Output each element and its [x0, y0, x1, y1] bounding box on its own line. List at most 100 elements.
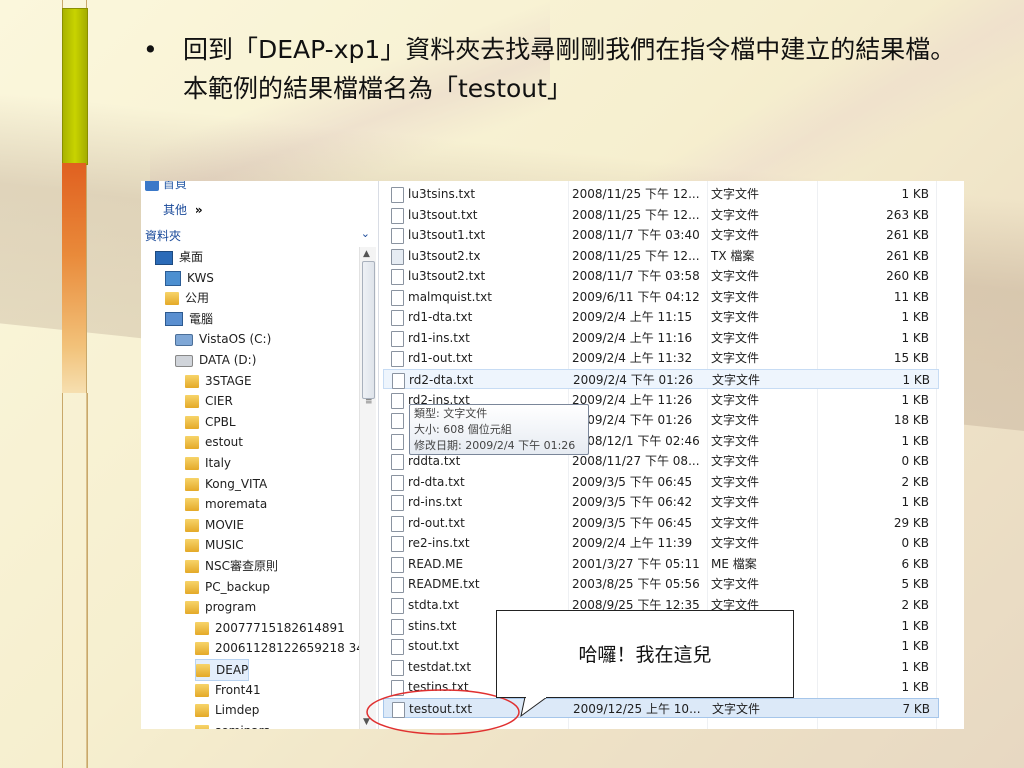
file-size: 1 KB	[901, 187, 929, 201]
folder-icon	[195, 683, 209, 697]
folder-icon	[195, 642, 209, 656]
tree-item[interactable]: 電腦	[165, 309, 213, 329]
tree-item[interactable]: 20077715182614891	[195, 618, 345, 638]
file-type: 文字文件	[712, 372, 761, 387]
tree-item[interactable]: 桌面	[155, 247, 203, 267]
tree-item-label: moremata	[205, 497, 268, 512]
text-file-icon	[391, 330, 404, 347]
file-row[interactable]: rd1-ins.txt 2009/2/4 上午 11:16 文字文件 1 KB	[383, 328, 939, 348]
file-type: 文字文件	[711, 187, 760, 201]
tree-item[interactable]: DEAP	[195, 659, 250, 681]
tree-item[interactable]: VistaOS (C:)	[175, 329, 271, 349]
callout-text: 哈囉！我在這兒	[578, 644, 712, 666]
tree-item-label: KWS	[187, 270, 214, 285]
file-name: lu3tsout2.tx	[408, 248, 481, 263]
file-row[interactable]: lu3tsout2.txt 2008/11/7 下午 03:58 文字文件 260 K…	[383, 266, 939, 286]
file-row[interactable]: re2-ins.txt 2009/2/4 上午 11:39 文字文件 0 KB	[383, 533, 939, 553]
file-date: 2009/2/4 上午 11:26	[572, 392, 693, 407]
scroll-up-icon[interactable]: ▲	[363, 249, 370, 259]
file-row[interactable]: README.txt 2003/8/25 下午 05:56 文字文件 5 KB	[383, 574, 939, 594]
file-date: 2008/11/25 下午 12...	[572, 187, 700, 201]
favorite-link-home[interactable]: 首頁	[145, 181, 187, 191]
tree-item[interactable]: MOVIE	[185, 515, 244, 535]
file-type: 文字文件	[711, 433, 760, 448]
text-file-icon	[391, 618, 404, 635]
text-file-icon	[391, 207, 404, 224]
tree-item[interactable]: PC_backup	[185, 577, 270, 597]
text-file-icon	[391, 536, 404, 553]
tree-item[interactable]: DATA (D:)	[175, 350, 256, 370]
file-row[interactable]: lu3tsout.txt 2008/11/25 下午 12... 文字文件 263 K…	[383, 205, 939, 225]
scrollbar-thumb[interactable]	[362, 261, 375, 399]
tooltip-size: 大小: 608 個位元組	[414, 423, 512, 436]
tree-item-label: 桌面	[179, 250, 204, 264]
accent-bar-lower	[62, 393, 88, 768]
tree-item[interactable]: CIER	[185, 391, 233, 411]
tree-item[interactable]: 公用	[165, 288, 209, 308]
file-row[interactable]: lu3tsins.txt 2008/11/25 下午 12... 文字文件 1 KB	[383, 184, 939, 204]
tree-item[interactable]: KWS	[165, 268, 214, 288]
file-name: lu3tsout.txt	[408, 207, 478, 222]
folders-header[interactable]: 資料夾 ⌄	[145, 227, 374, 245]
file-row[interactable]: rd-ins.txt 2009/3/5 下午 06:42 文字文件 1 KB	[383, 492, 939, 512]
file-size: 29 KB	[893, 515, 929, 530]
file-row[interactable]: malmquist.txt 2009/6/11 下午 04:12 文字文件 11 KB	[383, 287, 939, 307]
tooltip-type: 類型: 文字文件	[414, 407, 488, 420]
tree-item[interactable]: program	[185, 597, 256, 617]
file-name: rd-dta.txt	[408, 474, 465, 489]
file-size: 11 KB	[893, 289, 929, 304]
text-file-icon	[391, 515, 404, 532]
tree-item[interactable]: MUSIC	[185, 535, 244, 555]
file-row[interactable]: READ.ME 2001/3/27 下午 05:11 ME 檔案 6 KB	[383, 554, 939, 574]
file-size: 1 KB	[901, 639, 929, 654]
file-row[interactable]: lu3tsout1.txt 2008/11/7 下午 03:40 文字文件 261 K…	[383, 225, 939, 245]
tree-item[interactable]: 3STAGE	[185, 371, 252, 391]
file-type: 文字文件	[711, 454, 760, 469]
text-file-icon	[391, 248, 404, 265]
tree-scrollbar[interactable]: ▲ ≡ ▼	[359, 247, 376, 729]
tree-item[interactable]: Front41	[195, 680, 261, 700]
tree-item[interactable]: Kong_VITA	[185, 474, 267, 494]
tree-item[interactable]: CPBL	[185, 412, 236, 432]
folder-icon	[185, 498, 199, 512]
folder-icon	[185, 601, 199, 615]
scrollbar-grip-icon: ≡	[365, 397, 373, 407]
file-row[interactable]: rd1-out.txt 2009/2/4 上午 11:32 文字文件 15 KB	[383, 348, 939, 368]
tree-item-label: 3STAGE	[205, 373, 252, 388]
bullet-dot: •	[143, 35, 158, 64]
text-file-icon	[392, 701, 405, 718]
file-date: 2009/2/4 上午 11:32	[572, 351, 693, 366]
text-file-icon	[391, 269, 404, 286]
file-name: re2-ins.txt	[408, 536, 470, 551]
file-type: 文字文件	[712, 701, 761, 716]
file-row[interactable]: rd-dta.txt 2009/3/5 下午 06:45 文字文件 2 KB	[383, 472, 939, 492]
home-folder-icon	[145, 181, 159, 191]
file-row[interactable]: rd-out.txt 2009/3/5 下午 06:45 文字文件 29 KB	[383, 513, 939, 533]
tree-item[interactable]: Italy	[185, 453, 231, 473]
tree-item[interactable]: moremata	[185, 494, 267, 514]
other-links-button[interactable]: 其他 »	[163, 201, 203, 218]
file-name: rd-out.txt	[408, 515, 465, 530]
file-row[interactable]: lu3tsout2.tx 2008/11/25 下午 12... TX 檔案 261 …	[383, 246, 939, 266]
tree-item-label: DEAP	[216, 663, 249, 677]
file-row[interactable]: testout.txt 2009/12/25 上午 10... 文字文件 7 KB	[383, 697, 939, 718]
file-size: 2 KB	[901, 474, 929, 489]
tree-item[interactable]: 20061128122659218 34	[195, 638, 364, 658]
file-name: stins.txt	[408, 618, 457, 633]
file-date: 2009/2/4 上午 11:16	[572, 330, 693, 345]
file-row[interactable]: rd2-dta.txt 2009/2/4 下午 01:26 文字文件 1 KB	[383, 368, 939, 389]
tree-item[interactable]: Limdep	[195, 700, 259, 720]
file-type: 文字文件	[711, 289, 760, 304]
tree-item-label: 20077715182614891	[215, 620, 345, 635]
scroll-down-icon[interactable]: ▼	[363, 717, 370, 727]
file-name: testdat.txt	[408, 659, 472, 674]
file-size: 260 KB	[886, 269, 929, 284]
tree-item[interactable]: estout	[185, 432, 243, 452]
folder-icon	[195, 621, 209, 635]
file-row[interactable]: rd1-dta.txt 2009/2/4 上午 11:15 文字文件 1 KB	[383, 307, 939, 327]
text-file-icon	[391, 680, 404, 697]
folder-icon	[165, 292, 179, 306]
tree-item[interactable]: seminars	[195, 721, 270, 729]
tree-item[interactable]: NSC審查原則	[185, 556, 278, 576]
file-size: 7 KB	[902, 701, 930, 716]
